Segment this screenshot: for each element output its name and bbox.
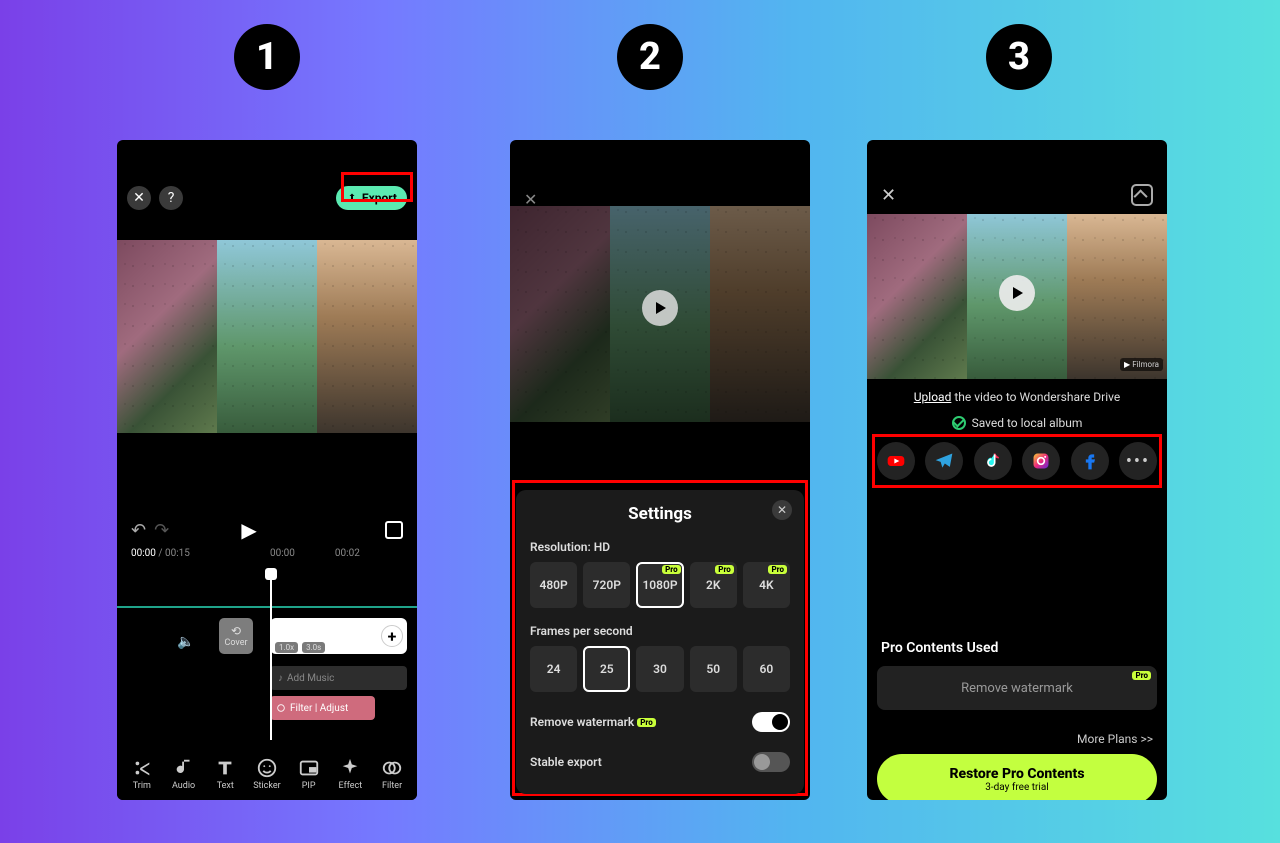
telegram-icon [934, 451, 954, 471]
home-button[interactable] [1131, 184, 1153, 206]
facebook-icon [1080, 451, 1100, 471]
music-note-icon: ♪ [278, 673, 283, 684]
stable-export-toggle[interactable] [752, 752, 790, 772]
stable-export-row: Stable export [530, 752, 790, 772]
fps-label: Frames per second [530, 624, 790, 638]
watermark-badge: ▶Filmora [1120, 358, 1163, 371]
resolution-1080p[interactable]: Pro1080P [636, 562, 683, 608]
undo-button[interactable]: ↶ [131, 520, 146, 541]
phone-editor: ✕ ? Export ↶ ↷ ▶ 00:00 / 00:15 00:0000:0… [117, 140, 417, 800]
more-share-button[interactable]: ••• [1119, 442, 1157, 480]
clip-badges: 1.0x 3.0s [275, 642, 325, 653]
pro-contents-label: Pro Contents Used [881, 640, 998, 656]
pro-badge: Pro [768, 565, 787, 574]
remove-watermark-row: Remove watermark Pro [530, 712, 790, 732]
fps-25[interactable]: 25 [583, 646, 630, 692]
sticker-tool[interactable]: Sticker [247, 757, 287, 791]
restore-pro-button[interactable]: Restore Pro Contents 3-day free trial [877, 754, 1157, 800]
remove-watermark-item[interactable]: Remove watermark Pro [877, 666, 1157, 710]
resolution-label: Resolution: HD [530, 540, 790, 554]
tiktok-icon [983, 451, 1003, 471]
remove-watermark-toggle[interactable] [752, 712, 790, 732]
more-plans-link[interactable]: More Plans >> [1077, 732, 1153, 746]
time-display: 00:00 / 00:15 [131, 548, 190, 559]
step-badge-1: 1 [234, 24, 300, 90]
more-icon: ••• [1126, 451, 1150, 472]
music-icon [173, 757, 195, 779]
phone-share: ✕ ▶Filmora Upload the video to Wondersha… [867, 140, 1167, 800]
telegram-button[interactable] [925, 442, 963, 480]
play-button[interactable] [999, 275, 1035, 311]
resolution-480p[interactable]: 480P [530, 562, 577, 608]
sticker-icon [256, 757, 278, 779]
close-button[interactable]: ✕ [127, 186, 151, 210]
step-badge-2: 2 [617, 24, 683, 90]
timeline-ruler: 00:0000:02 [270, 548, 360, 559]
cover-button[interactable]: ⟲ Cover [219, 618, 253, 654]
toolbar: Trim Audio Text Sticker PIP Effect Filte… [117, 748, 417, 800]
resolution-720p[interactable]: 720P [583, 562, 630, 608]
fps-24[interactable]: 24 [530, 646, 577, 692]
pro-badge: Pro [637, 718, 656, 727]
circles-icon [381, 757, 403, 779]
instagram-button[interactable] [1022, 442, 1060, 480]
export-settings-sheet: Settings ✕ Resolution: HD 480P 720P Pro1… [516, 490, 804, 794]
phone-settings: ✕ Settings ✕ Resolution: HD 480P 720P Pr… [510, 140, 810, 800]
sparkle-icon [339, 757, 361, 779]
facebook-button[interactable] [1071, 442, 1109, 480]
text-icon [214, 757, 236, 779]
timeline[interactable]: 🔈 ⟲ Cover + 1.0x 3.0s ♪ Add Music Filter… [117, 570, 417, 740]
playhead[interactable] [270, 570, 272, 740]
fps-options: 24 25 30 50 60 [530, 646, 790, 692]
add-clip-button[interactable]: + [381, 625, 403, 647]
add-music-track[interactable]: ♪ Add Music [270, 666, 407, 690]
resolution-2k[interactable]: Pro2K [690, 562, 737, 608]
pro-badge: Pro [662, 565, 681, 574]
trim-tool[interactable]: Trim [122, 757, 162, 791]
close-sheet-button[interactable]: ✕ [772, 500, 792, 520]
settings-title: Settings [530, 504, 790, 524]
pro-badge: Pro [1132, 671, 1151, 680]
step-badge-3: 3 [986, 24, 1052, 90]
youtube-button[interactable] [877, 442, 915, 480]
fps-60[interactable]: 60 [743, 646, 790, 692]
filter-track[interactable]: Filter | Adjust [270, 696, 375, 720]
help-button[interactable]: ? [159, 186, 183, 210]
close-button[interactable]: ✕ [881, 185, 896, 206]
filter-icon [276, 703, 286, 713]
pro-badge: Pro [715, 565, 734, 574]
play-button[interactable]: ▶ [241, 518, 256, 542]
pip-icon [298, 757, 320, 779]
video-preview[interactable] [117, 240, 417, 433]
saved-status: Saved to local album [867, 416, 1167, 430]
fullscreen-button[interactable] [385, 521, 403, 539]
export-button[interactable]: Export [336, 186, 407, 210]
instagram-icon [1031, 451, 1051, 471]
filter-tool[interactable]: Filter [372, 757, 412, 791]
social-share-row: ••• [867, 442, 1167, 480]
upload-icon [346, 192, 358, 204]
play-button[interactable] [642, 290, 678, 326]
speaker-icon[interactable]: 🔈 [177, 634, 194, 650]
fps-50[interactable]: 50 [690, 646, 737, 692]
upload-drive-text[interactable]: Upload the video to Wondershare Drive [867, 390, 1167, 404]
resolution-4k[interactable]: Pro4K [743, 562, 790, 608]
fps-30[interactable]: 30 [636, 646, 683, 692]
text-tool[interactable]: Text [205, 757, 245, 791]
check-icon [952, 416, 966, 430]
audio-tool[interactable]: Audio [164, 757, 204, 791]
effect-tool[interactable]: Effect [330, 757, 370, 791]
youtube-icon [886, 451, 906, 471]
tiktok-button[interactable] [974, 442, 1012, 480]
pip-tool[interactable]: PIP [289, 757, 329, 791]
resolution-options: 480P 720P Pro1080P Pro2K Pro4K [530, 562, 790, 608]
scissors-icon [131, 757, 153, 779]
redo-button[interactable]: ↷ [154, 520, 169, 541]
